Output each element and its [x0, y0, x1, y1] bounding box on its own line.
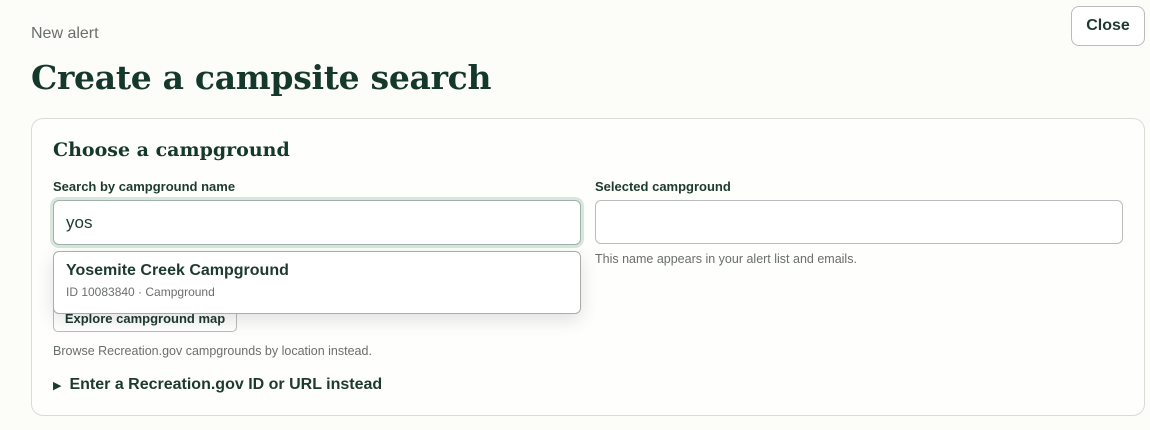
option-name: Yosemite Creek Campground [66, 262, 289, 279]
map-helper-text: Browse Recreation.gov campgrounds by loc… [53, 344, 372, 358]
page-title: Create a campsite search [31, 58, 492, 97]
autocomplete-dropdown: Yosemite Creek Campground ID 10083840 · … [53, 251, 581, 314]
option-meta: ID 10083840 · Campground [66, 285, 215, 299]
campground-search-input[interactable] [53, 200, 581, 245]
disclosure-label: Enter a Recreation.gov ID or URL instead [69, 376, 383, 393]
close-button[interactable]: Close [1071, 6, 1145, 46]
search-label: Search by campground name [53, 179, 236, 194]
selected-campground-helper: This name appears in your alert list and… [595, 252, 857, 266]
autocomplete-option[interactable]: Yosemite Creek Campground ID 10083840 · … [66, 262, 568, 299]
selected-campground-label: Selected campground [595, 179, 731, 194]
section-title: Choose a campground [53, 139, 290, 161]
triangle-right-icon: ▶ [53, 379, 62, 392]
selected-campground-field[interactable] [595, 200, 1123, 244]
eyebrow-label: New alert [31, 25, 99, 42]
id-url-disclosure[interactable]: ▶ Enter a Recreation.gov ID or URL inste… [53, 376, 382, 394]
